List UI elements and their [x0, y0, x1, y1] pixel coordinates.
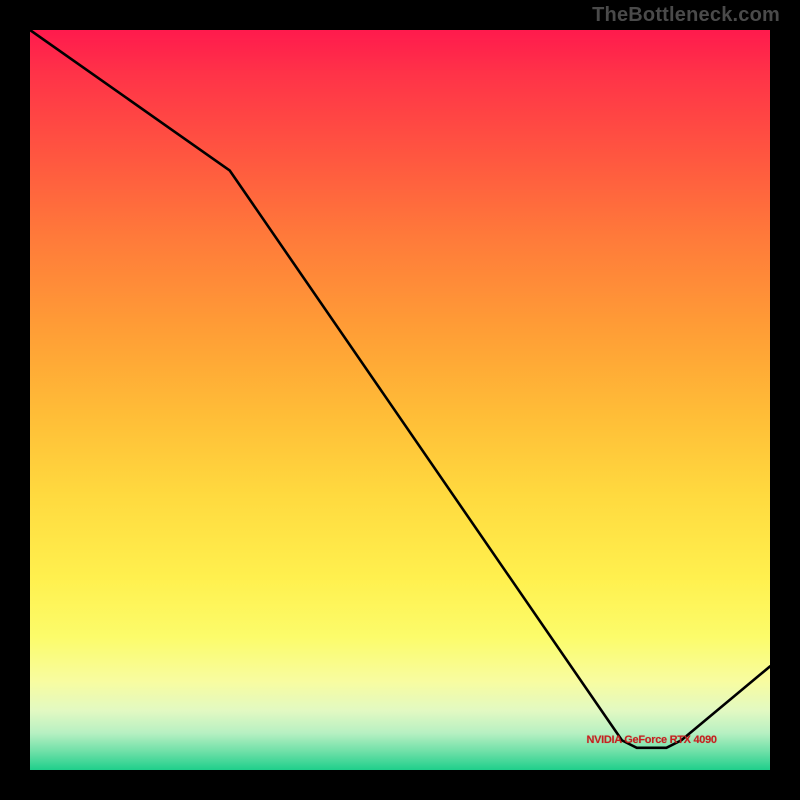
series-label: NVIDIA GeForce RTX 4090: [586, 734, 716, 746]
line-series: [30, 30, 770, 770]
watermark-text: TheBottleneck.com: [592, 4, 780, 27]
chart-container: TheBottleneck.com NVIDIA GeForce RTX 409…: [0, 0, 800, 800]
plot-area: NVIDIA GeForce RTX 4090: [30, 30, 770, 770]
